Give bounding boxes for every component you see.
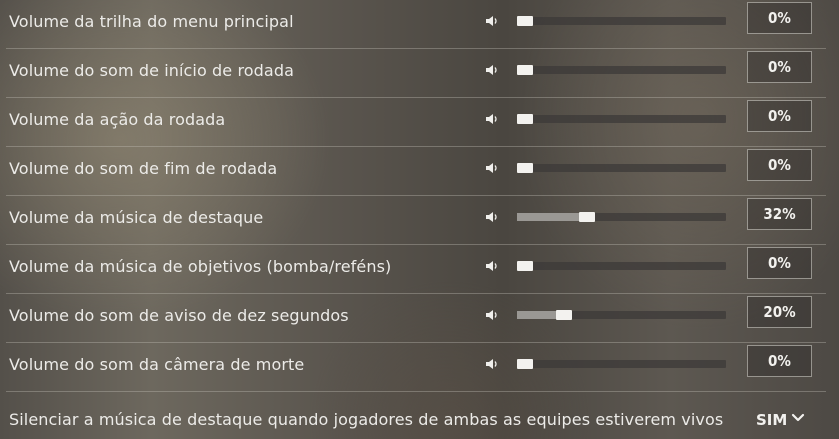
setting-row: Volume do som de fim de rodada 0% bbox=[6, 147, 826, 196]
speaker-icon bbox=[486, 359, 497, 369]
setting-label: Volume da trilha do menu principal bbox=[9, 12, 294, 31]
volume-value-field[interactable]: 0% bbox=[747, 149, 812, 181]
slider-handle[interactable] bbox=[579, 212, 595, 222]
volume-value-field[interactable]: 0% bbox=[747, 247, 812, 279]
setting-row: Volume do som de aviso de dez segundos 2… bbox=[6, 294, 826, 343]
setting-label: Volume do som de aviso de dez segundos bbox=[9, 306, 349, 325]
volume-slider[interactable] bbox=[517, 114, 726, 124]
chevron-down-icon[interactable] bbox=[791, 413, 805, 423]
toggle-label: Silenciar a música de destaque quando jo… bbox=[9, 410, 724, 429]
speaker-icon bbox=[486, 114, 497, 124]
volume-slider[interactable] bbox=[517, 261, 726, 271]
setting-label: Volume do som de fim de rodada bbox=[9, 159, 278, 178]
speaker-icon bbox=[486, 65, 497, 75]
setting-row: Volume da música de destaque 32% bbox=[6, 196, 826, 245]
speaker-icon bbox=[486, 212, 497, 222]
volume-slider[interactable] bbox=[517, 310, 726, 320]
volume-slider[interactable] bbox=[517, 65, 726, 75]
slider-fill bbox=[517, 213, 587, 221]
speaker-icon bbox=[486, 163, 497, 173]
setting-label: Volume do som de início de rodada bbox=[9, 61, 294, 80]
setting-label: Volume do som da câmera de morte bbox=[9, 355, 305, 374]
volume-slider[interactable] bbox=[517, 16, 726, 26]
setting-label: Volume da música de objetivos (bomba/ref… bbox=[9, 257, 392, 276]
slider-handle[interactable] bbox=[517, 261, 533, 271]
setting-row: Volume do som de início de rodada 0% bbox=[6, 49, 826, 98]
speaker-icon bbox=[486, 261, 497, 271]
setting-row: Volume da ação da rodada 0% bbox=[6, 98, 826, 147]
slider-handle[interactable] bbox=[556, 310, 572, 320]
volume-value-field[interactable]: 0% bbox=[747, 2, 812, 34]
volume-value-field[interactable]: 20% bbox=[747, 296, 812, 328]
volume-slider[interactable] bbox=[517, 163, 726, 173]
slider-handle[interactable] bbox=[517, 65, 533, 75]
volume-value-field[interactable]: 0% bbox=[747, 51, 812, 83]
slider-handle[interactable] bbox=[517, 114, 533, 124]
speaker-icon bbox=[486, 16, 497, 26]
volume-value-field[interactable]: 32% bbox=[747, 198, 812, 230]
setting-label: Volume da música de destaque bbox=[9, 208, 264, 227]
audio-settings-panel: Volume da trilha do menu principal 0% Vo… bbox=[0, 0, 839, 439]
volume-value-field[interactable]: 0% bbox=[747, 345, 812, 377]
slider-handle[interactable] bbox=[517, 163, 533, 173]
setting-row: Volume da trilha do menu principal 0% bbox=[6, 0, 826, 49]
volume-slider[interactable] bbox=[517, 359, 726, 369]
setting-row: Volume do som da câmera de morte 0% bbox=[6, 343, 826, 392]
toggle-row[interactable]: Silenciar a música de destaque quando jo… bbox=[6, 392, 826, 439]
volume-slider[interactable] bbox=[517, 212, 726, 222]
volume-value-field[interactable]: 0% bbox=[747, 100, 812, 132]
slider-handle[interactable] bbox=[517, 16, 533, 26]
slider-handle[interactable] bbox=[517, 359, 533, 369]
speaker-icon bbox=[486, 310, 497, 320]
setting-label: Volume da ação da rodada bbox=[9, 110, 226, 129]
toggle-value[interactable]: SIM bbox=[756, 400, 787, 439]
setting-row: Volume da música de objetivos (bomba/ref… bbox=[6, 245, 826, 294]
